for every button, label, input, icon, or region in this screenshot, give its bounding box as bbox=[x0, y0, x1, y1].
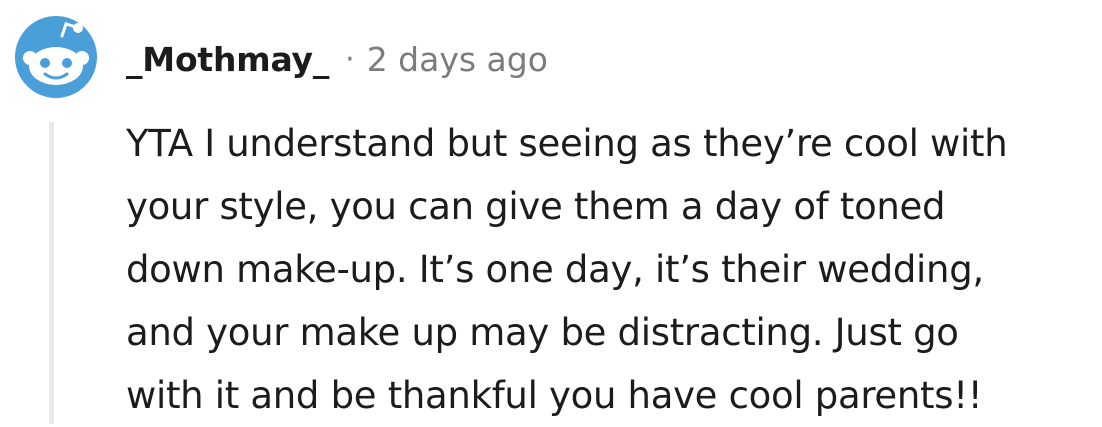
comment-header: _Mothmay_ · 2 days ago bbox=[126, 34, 548, 84]
comment-timestamp[interactable]: 2 days ago bbox=[367, 40, 548, 79]
comment-body-line: with it and be thankful you have cool pa… bbox=[126, 374, 983, 417]
snoo-avatar-icon bbox=[15, 16, 97, 98]
comment-body-line: and your make up may be distracting. Jus… bbox=[126, 311, 959, 354]
separator-dot: · bbox=[345, 41, 355, 77]
comment-body-line: down make-up. It’s one day, it’s their w… bbox=[126, 248, 984, 291]
comment-body: YTA I understand but seeing as they’re c… bbox=[126, 112, 1086, 427]
comment-body-line: your style, you can give them a day of t… bbox=[126, 185, 946, 228]
username-link[interactable]: _Mothmay_ bbox=[126, 40, 329, 79]
thread-collapse-line[interactable] bbox=[49, 122, 54, 424]
comment-body-line: YTA I understand but seeing as they’re c… bbox=[126, 122, 1008, 165]
user-avatar-icon[interactable] bbox=[12, 14, 100, 100]
comment: _Mothmay_ · 2 days ago YTA I understand … bbox=[0, 0, 1102, 424]
